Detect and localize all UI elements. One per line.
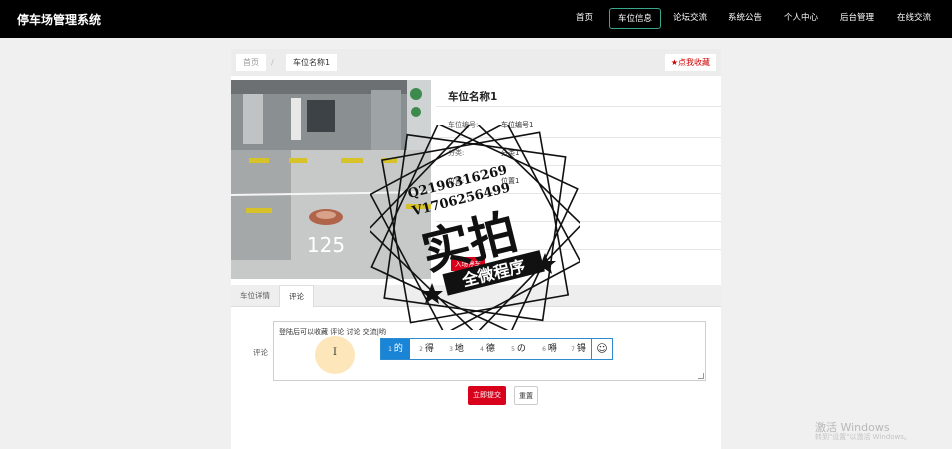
title-divider <box>436 106 721 107</box>
favorite-label: 点我收藏 <box>678 58 710 67</box>
reset-button[interactable]: 重置 <box>514 386 538 405</box>
windows-activation-subtext: 转到"设置"以激活 Windows。 <box>815 433 911 441</box>
nav-online-chat[interactable]: 在线交流 <box>889 8 939 29</box>
ime-candidate[interactable]: 3地 <box>442 339 471 359</box>
favorite-button[interactable]: ★点我收藏 <box>664 54 716 71</box>
app-title: 停车场管理系统 <box>17 13 102 27</box>
star-icon <box>421 283 443 304</box>
nav-forum[interactable]: 论坛交流 <box>665 8 715 29</box>
ime-candidate[interactable]: 7锝 <box>566 339 591 359</box>
stamp-watermark: Q2196316269 V1706256499 实拍 全微程序 <box>370 125 580 330</box>
breadcrumb-home[interactable]: 首页 <box>236 54 266 71</box>
star-icon: ★ <box>670 58 678 67</box>
nav-personal-center[interactable]: 个人中心 <box>776 8 826 29</box>
submit-button[interactable]: 立即提交 <box>468 386 506 405</box>
ime-candidate[interactable]: 6嘚 <box>535 339 564 359</box>
text-cursor-icon: I <box>333 347 337 358</box>
ime-candidate[interactable]: 5の <box>504 339 533 359</box>
tab-parking-details[interactable]: 车位详情 <box>231 285 279 307</box>
breadcrumb-current: 车位名称1 <box>286 54 338 71</box>
ime-candidate[interactable]: 2得 <box>412 339 441 359</box>
tab-comments[interactable]: 评论 <box>279 285 314 307</box>
nav-parking-info[interactable]: 车位信息 <box>609 8 662 29</box>
comment-label: 评论 <box>253 348 268 357</box>
parking-space-number: 125 <box>307 233 345 257</box>
nav-announcements[interactable]: 系统公告 <box>720 8 770 29</box>
top-navbar: 停车场管理系统 首页 车位信息 论坛交流 系统公告 个人中心 后台管理 在线交流 <box>0 0 952 38</box>
nav-home[interactable]: 首页 <box>568 8 601 29</box>
parking-name-title: 车位名称1 <box>448 91 498 103</box>
nav-admin[interactable]: 后台管理 <box>832 8 882 29</box>
ime-candidate-bar: 1的 2得 3地 4德 5の 6嘚 7锝 ☺ <box>380 338 613 360</box>
ime-candidate[interactable]: 1的 <box>381 339 410 359</box>
resize-handle[interactable] <box>698 373 704 379</box>
breadcrumb: 首页 / 车位名称1 ★点我收藏 <box>231 49 721 76</box>
emoji-icon[interactable]: ☺ <box>591 339 612 359</box>
ime-candidate[interactable]: 4德 <box>473 339 502 359</box>
breadcrumb-separator: / <box>271 58 274 67</box>
